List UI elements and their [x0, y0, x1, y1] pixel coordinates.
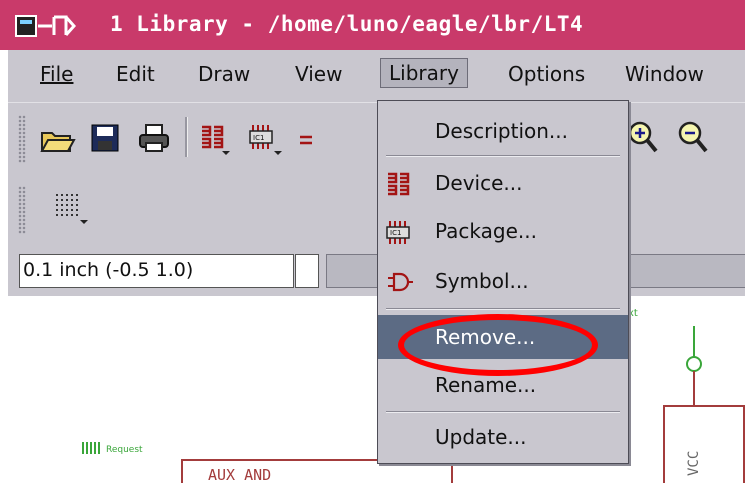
menu-view[interactable]: View: [295, 62, 342, 86]
menu-draw[interactable]: Draw: [198, 62, 250, 86]
package-icon[interactable]: IC1: [248, 121, 284, 155]
menu-separator: [386, 308, 620, 310]
package-icon: IC1: [386, 221, 410, 244]
vcc-label: VCC: [686, 451, 702, 476]
toolbar-separator: [185, 117, 188, 157]
menu-item-update[interactable]: Update...: [378, 415, 628, 459]
coordinate-display: 0.1 inch (-0.5 1.0): [19, 254, 294, 288]
menu-file[interactable]: File: [40, 62, 73, 86]
request-label: Request: [106, 445, 143, 455]
menu-library[interactable]: Library: [380, 58, 468, 88]
print-icon[interactable]: [138, 123, 170, 153]
menu-options[interactable]: Options: [508, 62, 585, 86]
toolbar-grip[interactable]: [18, 186, 26, 234]
menu-window[interactable]: Window: [625, 62, 704, 86]
menu-separator: [386, 411, 620, 413]
save-icon[interactable]: [90, 123, 120, 153]
green-pin-marks: [82, 442, 100, 454]
symbol-partial-icon[interactable]: [296, 131, 316, 149]
device-icon[interactable]: [198, 121, 232, 155]
window-title: 1 Library - /home/luno/eagle/lbr/LT4: [110, 12, 584, 36]
window-menu-icon[interactable]: [14, 13, 102, 39]
title-bar[interactable]: 1 Library - /home/luno/eagle/lbr/LT4: [0, 0, 745, 50]
menu-edit[interactable]: Edit: [116, 62, 155, 86]
menu-item-package[interactable]: IC1 Package...: [378, 209, 628, 253]
aux-and-label: AUX AND: [208, 466, 271, 483]
command-indicator[interactable]: [295, 254, 319, 288]
device-icon: [388, 172, 410, 196]
ext-label: xt: [628, 308, 638, 319]
svg-text:IC1: IC1: [390, 229, 401, 237]
toolbar-grip[interactable]: [18, 115, 26, 163]
menu-bar: File Edit Draw View Library Options Wind…: [8, 50, 745, 102]
library-dropdown-menu: Description... Device... IC1 Package...: [377, 100, 629, 464]
menu-item-remove[interactable]: Remove...: [378, 315, 628, 359]
zoom-out-icon[interactable]: [676, 119, 712, 157]
grid-icon[interactable]: [54, 192, 94, 226]
symbol-icon: [388, 272, 413, 292]
menu-item-rename[interactable]: Rename...: [378, 363, 628, 407]
menu-item-description[interactable]: Description...: [378, 109, 628, 153]
menu-item-symbol[interactable]: Symbol...: [378, 259, 628, 303]
svg-text:IC1: IC1: [253, 134, 264, 142]
open-folder-icon[interactable]: [40, 125, 76, 155]
zoom-in-icon[interactable]: [626, 119, 662, 157]
menu-item-device[interactable]: Device...: [378, 161, 628, 205]
menu-separator: [386, 155, 620, 157]
